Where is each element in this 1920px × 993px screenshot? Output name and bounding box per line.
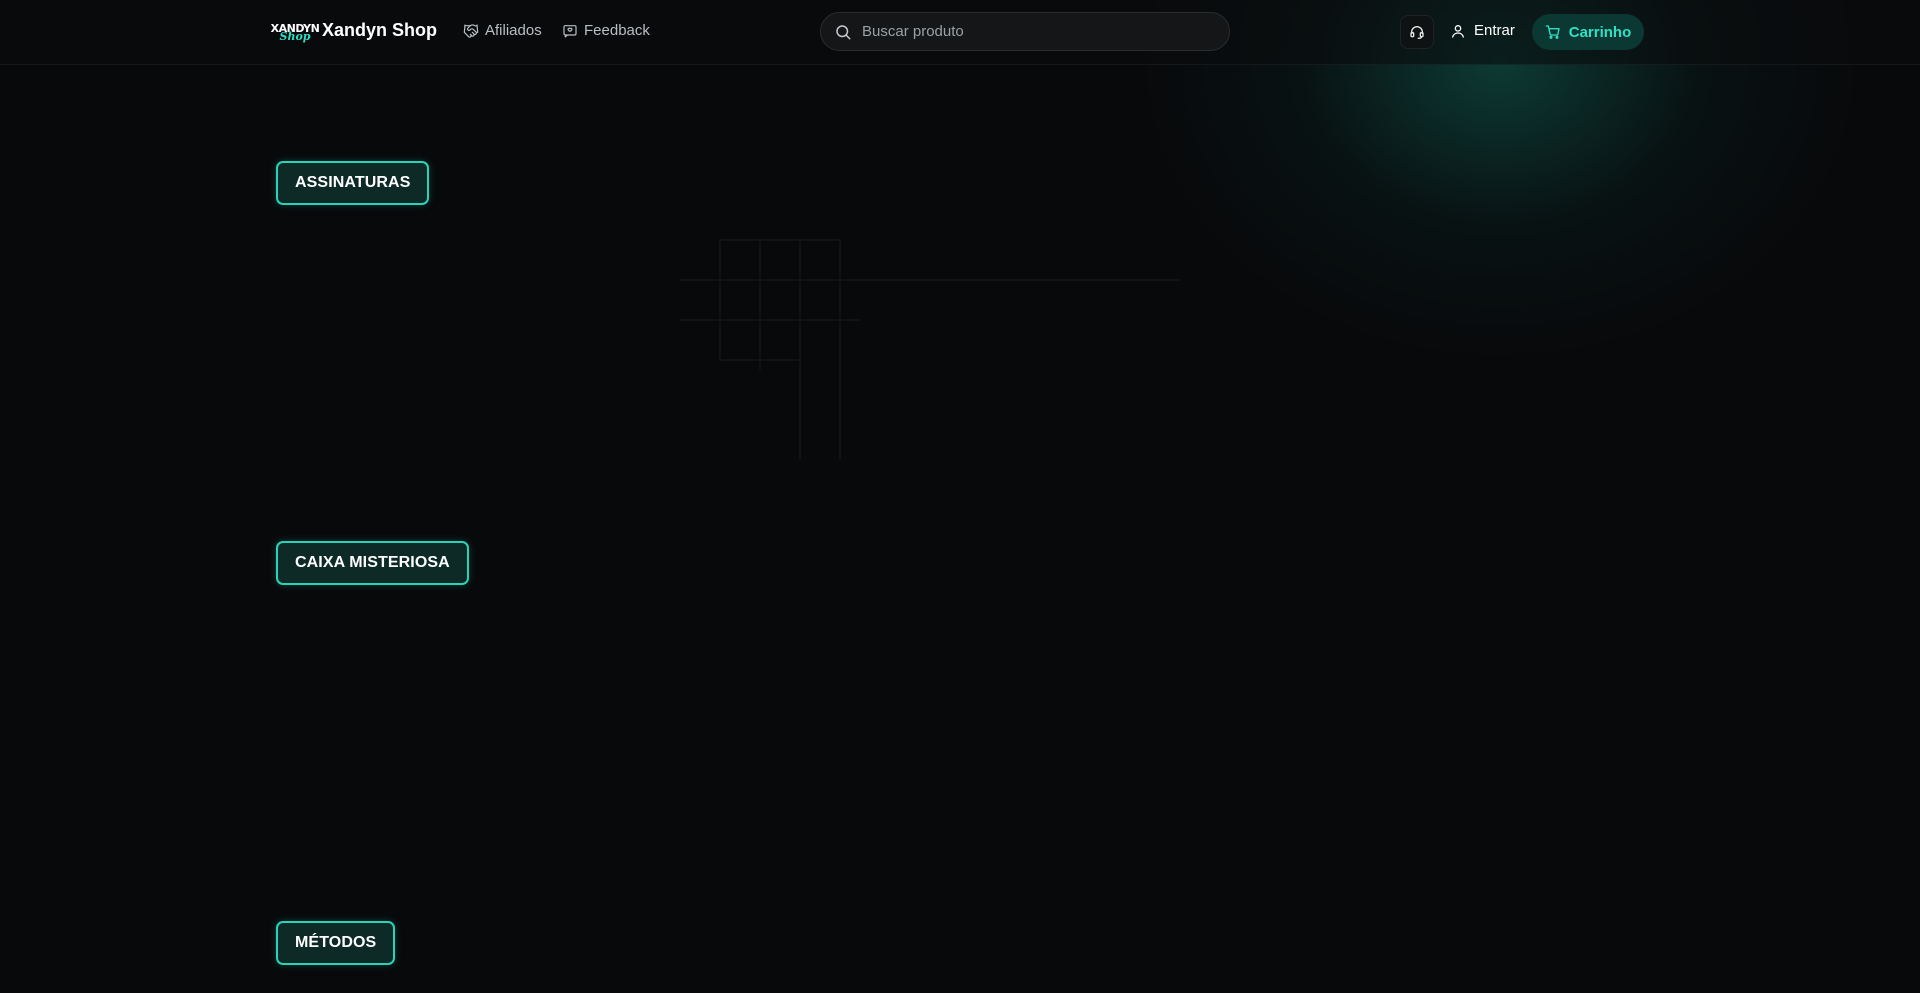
search-bar[interactable] <box>820 12 1230 51</box>
brand-name[interactable]: Xandyn Shop <box>322 20 437 41</box>
logo-text-bottom: Shop <box>279 29 311 43</box>
section-title-metodos: MÉTODOS <box>276 921 396 965</box>
support-button[interactable] <box>1400 15 1434 49</box>
user-icon <box>1452 24 1464 38</box>
search-input[interactable] <box>860 22 1204 41</box>
background-grid-decor <box>680 239 1180 460</box>
page: XANDYN Shop Xandyn Shop Afiliados Feedba… <box>0 0 1920 993</box>
nav-feedback-label: Feedback <box>584 22 650 39</box>
nav-feedback-link[interactable]: Feedback <box>562 22 650 39</box>
login-button[interactable]: Entrar <box>1450 22 1515 39</box>
nav-afiliados-link[interactable]: Afiliados <box>463 22 542 39</box>
top-navigation-bar: XANDYN Shop Xandyn Shop Afiliados Feedba… <box>0 0 1920 65</box>
nav-afiliados-label: Afiliados <box>485 22 542 39</box>
login-label: Entrar <box>1474 22 1515 39</box>
message-square-icon <box>563 24 577 38</box>
section-title-assinaturas: ASSINATURAS <box>276 161 430 205</box>
cart-icon <box>1545 25 1560 39</box>
cart-button[interactable]: Carrinho <box>1532 14 1644 50</box>
logo[interactable]: XANDYN Shop <box>271 18 320 46</box>
cart-label: Carrinho <box>1568 23 1632 41</box>
handshake-icon <box>463 23 479 38</box>
search-icon <box>836 24 851 39</box>
section-title-caixa-misteriosa: CAIXA MISTERIOSA <box>276 541 469 585</box>
headset-icon <box>1410 26 1424 39</box>
